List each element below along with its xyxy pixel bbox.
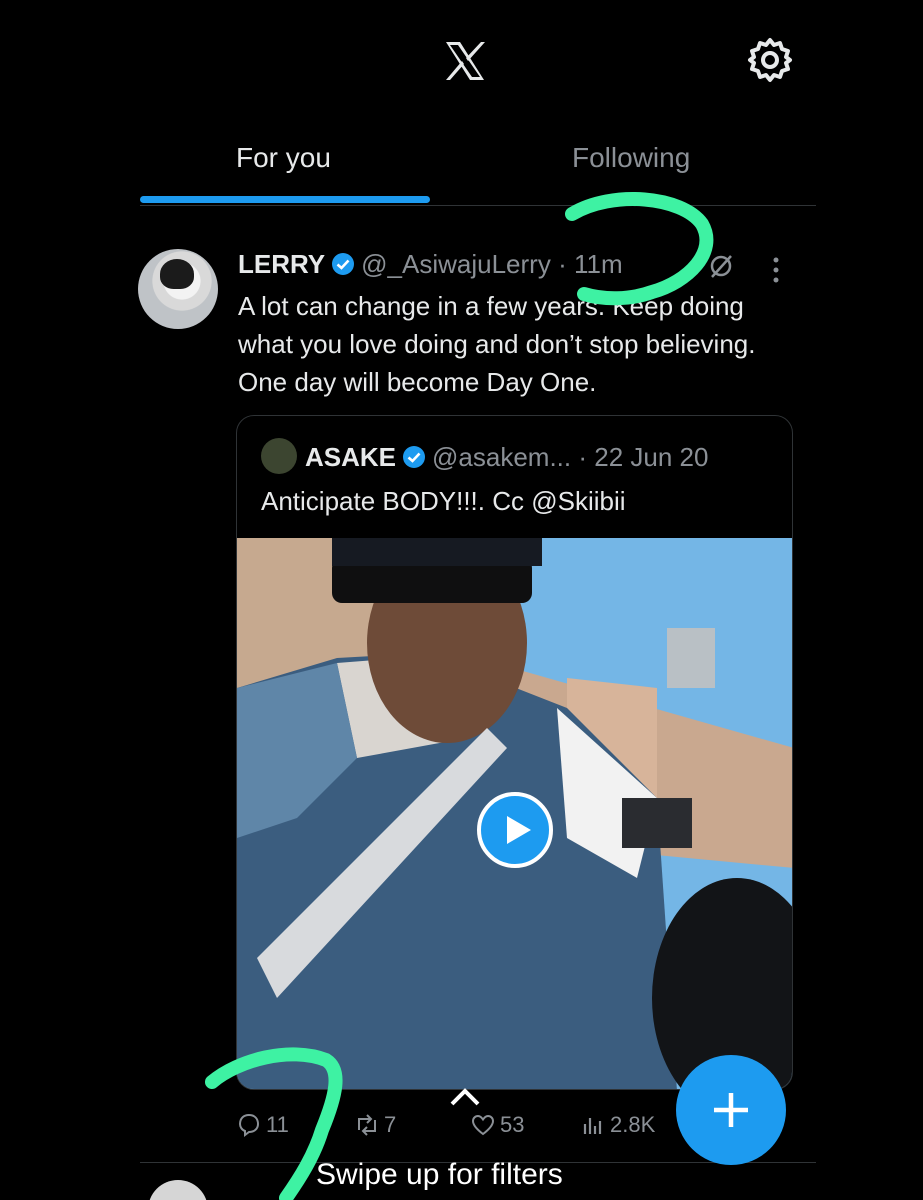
quote-header: ASAKE @asakem... · 22 Jun 20	[261, 438, 708, 474]
quote-avatar	[261, 438, 297, 474]
repost-icon	[358, 1114, 376, 1136]
video-thumbnail[interactable]	[237, 538, 792, 1089]
view-count: 2.8K	[610, 1112, 656, 1137]
x-logo-icon[interactable]	[440, 36, 490, 86]
tab-following[interactable]: Following	[572, 142, 690, 174]
play-icon[interactable]	[477, 792, 553, 868]
reply-icon	[238, 1113, 260, 1137]
like-button[interactable]: 53	[470, 1112, 524, 1138]
verified-badge-icon	[332, 253, 355, 275]
gear-icon[interactable]	[746, 36, 794, 84]
avatar[interactable]	[138, 249, 218, 329]
grok-icon[interactable]	[706, 251, 736, 281]
avatar[interactable]	[148, 1180, 208, 1200]
timeline-tabs: For you Following	[140, 130, 816, 206]
quote-author-name: ASAKE	[305, 442, 397, 472]
views-button[interactable]: 2.8K	[580, 1112, 655, 1138]
swipe-hint: Swipe up for filters	[316, 1158, 563, 1191]
plus-icon	[714, 1093, 748, 1127]
verified-badge-icon	[403, 446, 426, 468]
like-count: 53	[500, 1112, 525, 1137]
tab-for-you[interactable]: For you	[236, 142, 331, 174]
quote-time: · 22 Jun 20	[578, 442, 709, 472]
top-bar	[0, 0, 923, 120]
tweet-text: A lot can change in a few years. Keep do…	[238, 291, 756, 397]
tweet-time[interactable]: · 11m	[558, 249, 623, 279]
reply-count: 11	[266, 1112, 289, 1137]
views-icon	[583, 1118, 602, 1134]
active-tab-indicator	[140, 196, 430, 203]
repost-button[interactable]: 7	[354, 1112, 396, 1138]
quote-author-handle: @asakem...	[432, 442, 572, 472]
reply-button[interactable]: 11	[236, 1112, 289, 1138]
compose-button[interactable]	[676, 1055, 786, 1165]
author-handle[interactable]: @_AsiwajuLerry	[361, 249, 551, 279]
author-name[interactable]: LERRY	[238, 249, 325, 279]
more-options-icon[interactable]	[766, 255, 786, 285]
chevron-up-icon[interactable]	[448, 1086, 482, 1108]
repost-count: 7	[384, 1112, 397, 1137]
tweet-header: LERRY @_AsiwajuLerry · 11m	[238, 249, 623, 280]
heart-icon	[471, 1114, 495, 1136]
quote-text: Anticipate BODY!!!. Cc @Skiibii	[261, 486, 626, 516]
quote-tweet[interactable]: ASAKE @asakem... · 22 Jun 20 Anticipate B…	[236, 415, 793, 1090]
